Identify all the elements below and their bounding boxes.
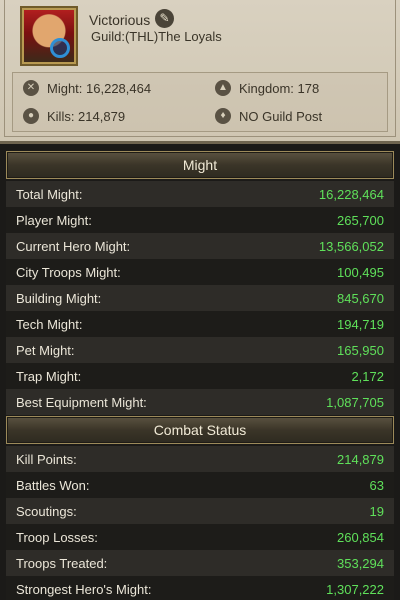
row-value: 1,087,705 bbox=[326, 394, 384, 410]
combat-section-header: Combat Status bbox=[6, 416, 394, 444]
combat-row-kill-points: Kill Points: 214,879 bbox=[6, 446, 394, 472]
player-stats-box: ✕ Might: 16,228,464 ▲ Kingdom: 178 ● Kil… bbox=[12, 72, 388, 132]
row-value: 100,495 bbox=[337, 264, 384, 280]
row-label: Kill Points: bbox=[16, 451, 77, 467]
stat-kingdom: ▲ Kingdom: 178 bbox=[215, 80, 319, 96]
might-row-player: Player Might: 265,700 bbox=[6, 207, 394, 233]
row-label: Player Might: bbox=[16, 212, 92, 228]
might-row-building: Building Might: 845,670 bbox=[6, 285, 394, 311]
row-value: 63 bbox=[369, 477, 384, 493]
avatar-portrait bbox=[24, 10, 74, 62]
skull-icon: ● bbox=[23, 108, 39, 124]
might-row-city-troops: City Troops Might: 100,495 bbox=[6, 259, 394, 285]
might-row-best-equipment: Best Equipment Might: 1,087,705 bbox=[6, 389, 394, 415]
combat-row-troop-losses: Troop Losses: 260,854 bbox=[6, 524, 394, 550]
row-label: Trap Might: bbox=[16, 368, 82, 384]
combat-row-strongest-hero: Strongest Hero's Might: 1,307,222 bbox=[6, 576, 394, 600]
stat-kingdom-text: Kingdom: 178 bbox=[239, 80, 320, 96]
row-label: Strongest Hero's Might: bbox=[16, 581, 152, 597]
row-label: Battles Won: bbox=[16, 477, 90, 493]
stat-kills-text: Kills: 214,879 bbox=[47, 108, 126, 124]
avatar-emblem-icon bbox=[50, 38, 70, 58]
might-row-current-hero: Current Hero Might: 13,566,052 bbox=[6, 233, 394, 259]
row-value: 265,700 bbox=[337, 212, 384, 228]
row-value: 1,307,222 bbox=[326, 581, 384, 597]
row-value: 13,566,052 bbox=[318, 238, 384, 254]
row-value: 2,172 bbox=[351, 368, 384, 384]
guild-name: Guild:(THL)The Loyals bbox=[91, 29, 222, 44]
row-value: 260,854 bbox=[337, 529, 384, 545]
row-label: City Troops Might: bbox=[16, 264, 121, 280]
stat-guild-post-text: NO Guild Post bbox=[239, 108, 323, 124]
might-row-pet: Pet Might: 165,950 bbox=[6, 337, 394, 363]
row-value: 16,228,464 bbox=[318, 186, 384, 202]
might-row-total: Total Might: 16,228,464 bbox=[6, 181, 394, 207]
row-label: Troop Losses: bbox=[16, 529, 98, 545]
row-value: 845,670 bbox=[337, 290, 384, 306]
row-label: Current Hero Might: bbox=[16, 238, 131, 254]
stat-might-text: Might: 16,228,464 bbox=[47, 80, 152, 96]
might-row-trap: Trap Might: 2,172 bbox=[6, 363, 394, 389]
row-value: 353,294 bbox=[337, 555, 384, 571]
combat-row-troops-treated: Troops Treated: 353,294 bbox=[6, 550, 394, 576]
row-label: Total Might: bbox=[16, 186, 83, 202]
row-value: 214,879 bbox=[337, 451, 384, 467]
row-value: 165,950 bbox=[337, 342, 384, 358]
guild-crest-icon: ♦ bbox=[215, 108, 231, 124]
player-avatar[interactable] bbox=[20, 6, 78, 66]
row-label: Pet Might: bbox=[16, 342, 75, 358]
stat-guild-post: ♦ NO Guild Post bbox=[215, 108, 322, 124]
row-label: Scoutings: bbox=[16, 503, 77, 519]
row-value: 194,719 bbox=[337, 316, 384, 332]
might-section-header: Might bbox=[6, 151, 394, 179]
player-name: Victorious bbox=[89, 12, 151, 28]
pencil-icon[interactable]: ✎ bbox=[155, 9, 174, 28]
row-label: Building Might: bbox=[16, 290, 102, 306]
combat-row-battles-won: Battles Won: 63 bbox=[6, 472, 394, 498]
row-label: Troops Treated: bbox=[16, 555, 108, 571]
row-label: Best Equipment Might: bbox=[16, 394, 147, 410]
might-row-tech: Tech Might: 194,719 bbox=[6, 311, 394, 337]
row-value: 19 bbox=[369, 503, 384, 519]
crossed-swords-icon: ✕ bbox=[23, 80, 39, 96]
combat-row-scoutings: Scoutings: 19 bbox=[6, 498, 394, 524]
helmet-icon: ▲ bbox=[215, 80, 231, 96]
stat-might: ✕ Might: 16,228,464 bbox=[23, 80, 151, 96]
stat-kills: ● Kills: 214,879 bbox=[23, 108, 125, 124]
player-profile-panel: Victorious ✎ Guild:(THL)The Loyals ✕ Mig… bbox=[0, 0, 400, 144]
row-label: Tech Might: bbox=[16, 316, 83, 332]
